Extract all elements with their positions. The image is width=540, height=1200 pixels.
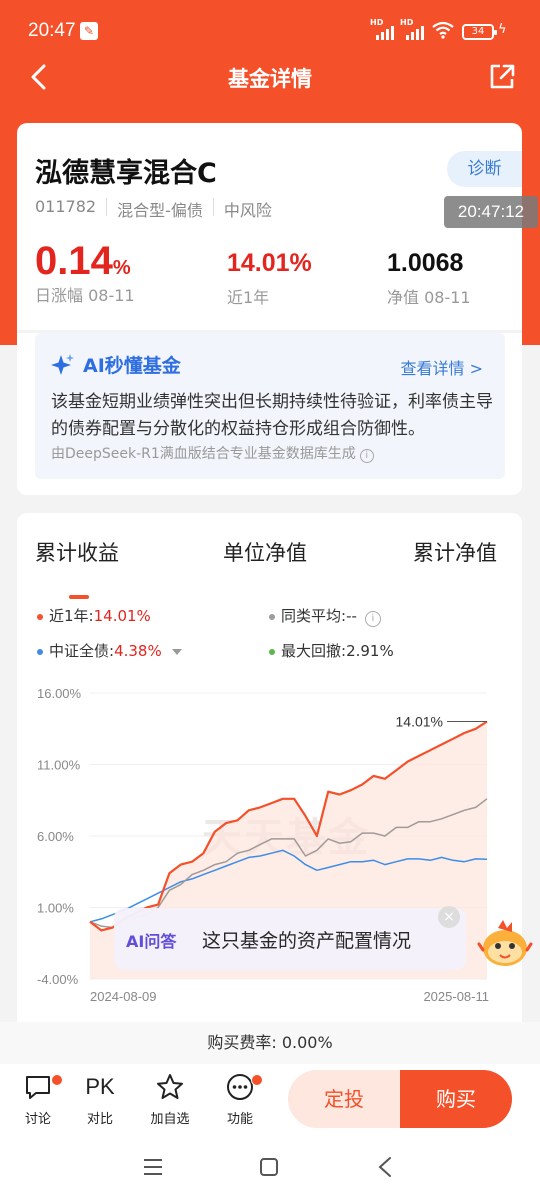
year-return-stat: 14.01% 近1年 bbox=[227, 249, 312, 308]
x-tick-label: 2025-08-11 bbox=[423, 989, 489, 1001]
legend-index[interactable]: 中证全债:4.38% bbox=[37, 640, 182, 661]
fee-value: 0.00% bbox=[281, 1033, 333, 1052]
fund-code: 011782 bbox=[35, 197, 97, 216]
functions-label: 功能 bbox=[226, 1112, 253, 1127]
y-tick-label: 16.00% bbox=[37, 686, 82, 701]
active-tab-indicator bbox=[69, 595, 89, 599]
status-time: 20:47 bbox=[28, 20, 76, 41]
chat-icon bbox=[26, 1076, 50, 1099]
end-value-label: 14.01% bbox=[396, 713, 443, 729]
timestamp-overlay: 20:47:12 bbox=[444, 196, 538, 228]
add-watchlist-label: 加自选 bbox=[150, 1112, 190, 1127]
y-tick-label: 1.00% bbox=[37, 901, 74, 916]
ai-qa-bubble[interactable]: AI问答 这只基金的资产配置情况 × bbox=[114, 906, 466, 970]
close-icon[interactable]: × bbox=[438, 906, 460, 928]
fund-risk: 中风险 bbox=[223, 201, 272, 220]
functions-button[interactable]: 功能 bbox=[215, 1072, 265, 1127]
fee-label: 购买费率: bbox=[207, 1033, 277, 1052]
discuss-label: 讨论 bbox=[24, 1112, 51, 1127]
add-watchlist-button[interactable]: 加自选 bbox=[145, 1072, 195, 1127]
signal-icon: HD bbox=[370, 18, 398, 40]
x-tick-label: 2024-08-09 bbox=[90, 989, 157, 1001]
pk-icon: PK bbox=[85, 1074, 115, 1099]
y-tick-label: -4.00% bbox=[37, 972, 79, 987]
y-tick-label: 6.00% bbox=[37, 829, 74, 844]
daily-change-label: 日涨幅 08-11 bbox=[35, 286, 135, 305]
nav-bar: 基金详情 bbox=[0, 55, 540, 100]
daily-change-unit: % bbox=[112, 257, 131, 279]
mascot-icon[interactable] bbox=[476, 914, 534, 972]
info-icon[interactable]: i bbox=[364, 611, 381, 627]
bottom-toolbar: 讨论 PK 对比 加自选 功能 定投 购买 bbox=[0, 1064, 540, 1136]
ai-summary-source: 由DeepSeek-R1满血版结合专业基金数据库生成 i bbox=[51, 443, 374, 463]
battery-icon: 34 bbox=[462, 24, 497, 40]
legend-fund: 近1年:14.01% bbox=[37, 605, 151, 626]
back-nav-icon[interactable] bbox=[377, 1156, 393, 1178]
nav-value: 1.0068 bbox=[387, 249, 464, 277]
compare-button[interactable]: PK 对比 bbox=[75, 1072, 125, 1127]
year-return-value: 14.01% bbox=[227, 249, 312, 277]
star-icon bbox=[157, 1074, 183, 1099]
page-title: 基金详情 bbox=[228, 67, 312, 91]
home-icon[interactable] bbox=[259, 1157, 279, 1177]
year-return-label: 近1年 bbox=[227, 288, 270, 307]
legend-peer: 同类平均:-- i bbox=[269, 605, 381, 627]
ai-summary-text: 该基金短期业绩弹性突出但长期持续性待验证，利率债主导的债券配置与分散化的权益持仓… bbox=[51, 392, 493, 439]
tab-cumulative-return[interactable]: 累计收益 bbox=[35, 537, 119, 567]
purchase-fee-bar: 购买费率: 0.00% bbox=[0, 1022, 540, 1064]
status-bar: 20:47 ✎ HD HD 34 ϟ bbox=[0, 0, 540, 60]
diagnose-button[interactable]: 诊断 bbox=[447, 151, 522, 187]
ai-summary-more-link[interactable]: 查看详情 > bbox=[401, 355, 484, 379]
signal-icon-2: HD bbox=[400, 18, 428, 40]
menu-icon[interactable] bbox=[143, 1158, 163, 1176]
y-tick-label: 11.00% bbox=[37, 758, 81, 773]
legend-drawdown: 最大回撤:2.91% bbox=[269, 640, 394, 661]
chevron-down-icon[interactable] bbox=[171, 648, 182, 655]
share-icon[interactable] bbox=[488, 63, 516, 91]
discuss-button[interactable]: 讨论 bbox=[13, 1072, 63, 1127]
fund-name: 泓德慧享混合C bbox=[35, 158, 217, 189]
fund-type: 混合型-偏债 bbox=[117, 201, 203, 220]
more-icon bbox=[227, 1074, 253, 1100]
ai-qa-question[interactable]: 这只基金的资产配置情况 bbox=[202, 926, 411, 953]
wifi-icon bbox=[432, 21, 454, 39]
wrench-icon: ✎ bbox=[80, 22, 98, 40]
notification-badge bbox=[51, 1074, 63, 1086]
invest-plan-button[interactable]: 定投 bbox=[288, 1070, 400, 1128]
tab-unit-nav[interactable]: 单位净值 bbox=[223, 537, 307, 567]
ai-summary-title: AI秒懂基金 bbox=[83, 355, 181, 377]
charging-icon: ϟ bbox=[498, 22, 507, 37]
fund-tags: 011782 混合型-偏债 中风险 bbox=[35, 197, 272, 221]
nav-label: 净值 08-11 bbox=[387, 288, 471, 307]
daily-change-stat: 0.14% 日涨幅 08-11 bbox=[35, 239, 135, 306]
info-icon[interactable]: i bbox=[359, 449, 374, 463]
tab-cumulative-nav[interactable]: 累计净值 bbox=[413, 537, 497, 567]
system-nav-bar bbox=[0, 1136, 540, 1200]
nav-stat: 1.0068 净值 08-11 bbox=[387, 249, 471, 308]
tag-divider bbox=[212, 198, 214, 216]
chart-tabs: 累计收益 单位净值 累计净值 bbox=[17, 537, 522, 599]
daily-change-value: 0.14 bbox=[35, 239, 113, 283]
notification-badge bbox=[251, 1074, 263, 1086]
tag-divider bbox=[106, 198, 108, 216]
buy-button[interactable]: 购买 bbox=[400, 1070, 512, 1128]
ai-qa-tag: AI问答 bbox=[126, 932, 177, 951]
compare-label: 对比 bbox=[86, 1112, 113, 1127]
ai-summary-box[interactable]: AI秒懂基金 查看详情 > 该基金短期业绩弹性突出但长期持续性待验证，利率债主导… bbox=[35, 333, 505, 479]
